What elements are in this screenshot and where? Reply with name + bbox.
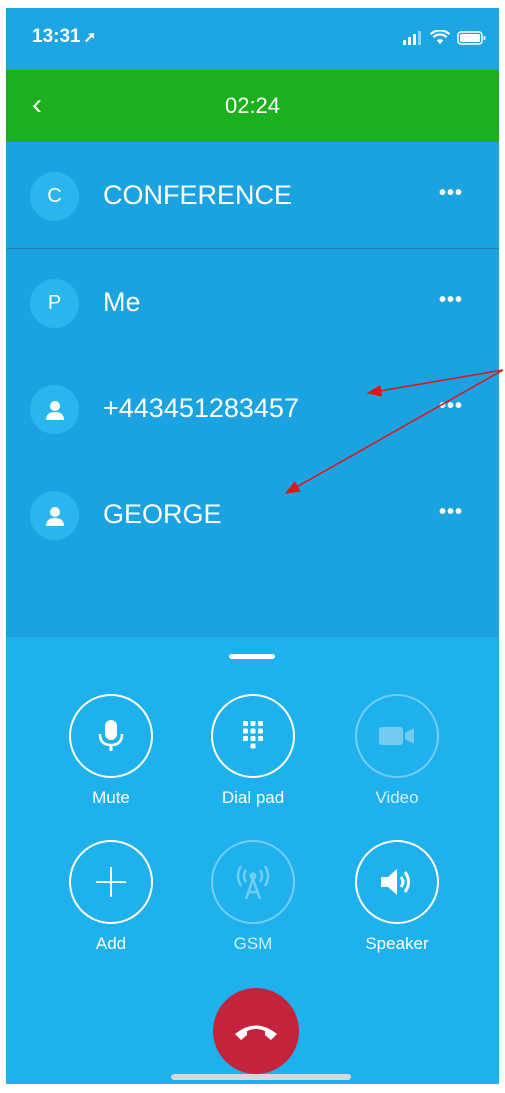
- annotation-overlay: [284, 369, 504, 494]
